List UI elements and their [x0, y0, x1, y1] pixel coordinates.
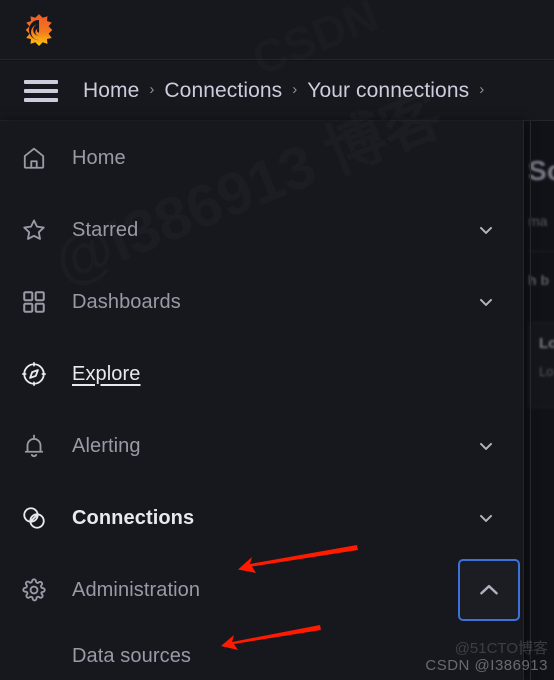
sidebar-item-administration[interactable]: Administration	[0, 563, 523, 617]
content-divider	[528, 251, 554, 252]
chevron-right-icon: ›	[149, 81, 155, 98]
chevron-down-icon[interactable]	[476, 436, 496, 456]
sidebar-item-label: Administration	[72, 578, 201, 601]
connections-icon	[23, 507, 45, 529]
hamburger-bar-2	[24, 88, 58, 93]
breadcrumb-item-your-connections[interactable]: Your connections	[307, 79, 469, 103]
dashboards-icon	[23, 291, 45, 313]
gear-icon	[22, 578, 46, 602]
sidebar-item-label: Alerting	[72, 434, 141, 457]
brand-bar	[0, 0, 554, 60]
sidebar-item-label: Explore	[72, 362, 141, 385]
sidebar-item-explore[interactable]: Explore	[0, 347, 523, 401]
compass-icon	[22, 362, 46, 386]
content-heading: So	[528, 155, 554, 186]
content-card-title: Lo	[539, 335, 554, 352]
hamburger-menu-icon[interactable]	[24, 79, 58, 102]
content-secondary-line: h b	[528, 272, 549, 288]
connections-page-body: So ma h b Lo Lo	[528, 121, 554, 680]
content-card-subtitle: Lo	[539, 364, 554, 379]
chevron-down-icon[interactable]	[476, 220, 496, 240]
breadcrumb-item-home[interactable]: Home	[83, 79, 139, 103]
sidebar-item-label: Home	[72, 146, 126, 169]
chevron-up-icon	[480, 584, 498, 595]
sidebar-item-alerting[interactable]: Alerting	[0, 419, 523, 473]
chevron-right-icon: ›	[479, 81, 485, 98]
home-icon	[23, 147, 45, 169]
chevron-right-icon: ›	[292, 81, 298, 98]
bell-icon	[24, 434, 44, 458]
hamburger-bar-1	[24, 79, 58, 84]
breadcrumb-bar: Home › Connections › Your connections ›	[0, 61, 554, 121]
sidebar-item-label: Connections	[72, 506, 195, 529]
hamburger-bar-3	[24, 97, 58, 102]
content-card: Lo Lo	[528, 322, 554, 408]
content-subtitle: ma	[528, 213, 548, 229]
breadcrumb: Home › Connections › Your connections ›	[83, 79, 494, 103]
grafana-logo-icon[interactable]	[22, 13, 56, 47]
star-icon	[23, 219, 45, 240]
content-panel-edge	[530, 121, 531, 680]
sidebar-item-connections[interactable]: Connections	[0, 491, 523, 545]
sidebar-item-data-sources[interactable]: Data sources	[0, 629, 523, 680]
sidebar-item-starred[interactable]: Starred	[0, 203, 523, 257]
sidebar-item-label: Starred	[72, 218, 139, 241]
breadcrumb-item-connections[interactable]: Connections	[164, 79, 282, 103]
chevron-down-icon[interactable]	[476, 292, 496, 312]
scroll-to-top-button[interactable]	[458, 559, 520, 621]
sidebar-item-dashboards[interactable]: Dashboards	[0, 275, 523, 329]
sidebar-item-label: Dashboards	[72, 290, 181, 313]
sidebar-item-home[interactable]: Home	[0, 131, 523, 185]
chevron-down-icon[interactable]	[476, 508, 496, 528]
sidebar-item-label: Data sources	[72, 644, 192, 667]
navigation-sidebar: Home Starred Dashboards Explore Alerting…	[0, 121, 524, 680]
grafana-app-window: So ma h b Lo Lo @I386913 博客 CSDN	[0, 0, 554, 680]
